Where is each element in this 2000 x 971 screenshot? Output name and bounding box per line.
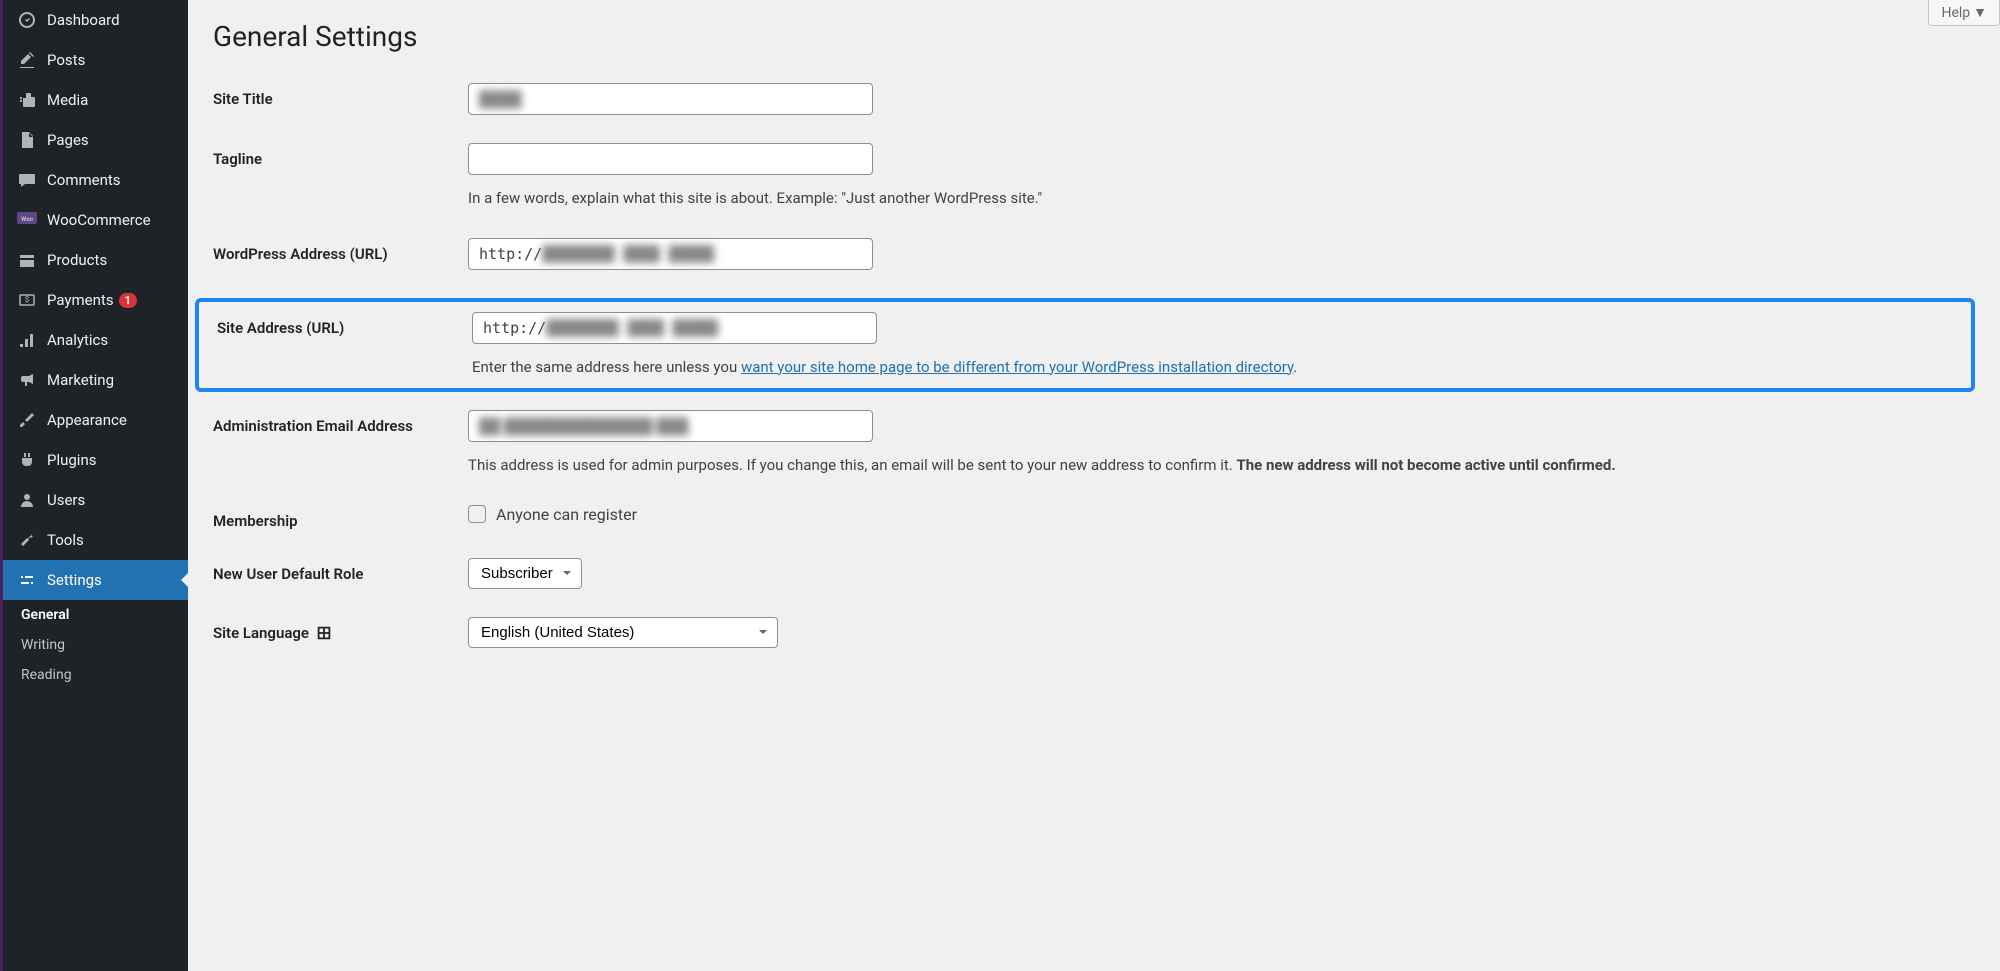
site-language-label: Site Language [213,617,468,642]
submenu-item-reading[interactable]: Reading [3,660,188,690]
default-role-select[interactable]: Subscriber [468,558,582,589]
sidebar-item-tools[interactable]: Tools [3,520,188,560]
submenu-item-general[interactable]: General [3,600,188,630]
pin-icon [17,50,37,70]
pages-icon [17,130,37,150]
sidebar-label: Tools [47,531,84,549]
translate-icon [315,624,333,642]
sidebar-item-appearance[interactable]: Appearance [3,400,188,440]
sidebar-label: Analytics [47,331,108,349]
tagline-description: In a few words, explain what this site i… [468,187,1975,210]
svg-text:Woo: Woo [21,216,34,223]
sidebar-item-woocommerce[interactable]: Woo WooCommerce [3,200,188,240]
payments-badge: 1 [119,293,137,308]
sidebar-item-settings[interactable]: Settings [3,560,188,600]
sidebar-label: Posts [47,51,85,69]
svg-text:$: $ [25,295,30,304]
membership-checkbox[interactable] [468,505,486,523]
sidebar-label: Comments [47,171,121,189]
sidebar-label: Plugins [47,451,96,469]
products-icon [17,250,37,270]
sidebar-item-plugins[interactable]: Plugins [3,440,188,480]
sidebar-item-marketing[interactable]: Marketing [3,360,188,400]
site-address-link[interactable]: want your site home page to be different… [741,358,1293,376]
wrench-icon [17,530,37,550]
tagline-label: Tagline [213,143,468,168]
analytics-icon [17,330,37,350]
admin-email-input[interactable]: ██ ██████████████ ███ [468,410,873,442]
sidebar-item-users[interactable]: Users [3,480,188,520]
sidebar-item-media[interactable]: Media [3,80,188,120]
submenu-item-writing[interactable]: Writing [3,630,188,660]
site-address-label: Site Address (URL) [217,312,472,337]
default-role-label: New User Default Role [213,558,468,583]
admin-email-label: Administration Email Address [213,410,468,435]
chevron-down-icon: ▼ [1973,4,1987,21]
media-icon [17,90,37,110]
sidebar-label: Dashboard [47,11,120,29]
payments-icon: $ [17,290,37,310]
sidebar-item-payments[interactable]: $ Payments 1 [3,280,188,320]
comments-icon [17,170,37,190]
sidebar-item-dashboard[interactable]: Dashboard [3,0,188,40]
admin-email-description: This address is used for admin purposes.… [468,454,1975,477]
sidebar-item-pages[interactable]: Pages [3,120,188,160]
plugin-icon [17,450,37,470]
site-title-input[interactable]: ████ [468,83,873,115]
sidebar-label: Pages [47,131,89,149]
sidebar-label: Payments [47,291,114,309]
main-content: Help ▼ General Settings Site Title ████ … [188,0,2000,971]
wp-address-input[interactable]: http://████████ ████ █████ [468,238,873,270]
membership-checkbox-label: Anyone can register [496,505,637,524]
sidebar-label: Settings [47,571,102,589]
wp-address-label: WordPress Address (URL) [213,238,468,263]
sidebar-label: Media [47,91,88,109]
site-address-input[interactable]: http://████████ ████ █████ [472,312,877,344]
woocommerce-icon: Woo [17,210,37,230]
membership-label: Membership [213,505,468,530]
sidebar-item-analytics[interactable]: Analytics [3,320,188,360]
sidebar-item-comments[interactable]: Comments [3,160,188,200]
site-title-label: Site Title [213,83,468,108]
sidebar-label: Users [47,491,85,509]
page-title: General Settings [213,20,1975,53]
user-icon [17,490,37,510]
brush-icon [17,410,37,430]
sidebar-label: WooCommerce [47,211,151,229]
sidebar-item-products[interactable]: Products [3,240,188,280]
sidebar-label: Products [47,251,107,269]
admin-sidebar: Dashboard Posts Media Pages Comments Woo… [0,0,188,971]
sidebar-label: Appearance [47,411,127,429]
megaphone-icon [17,370,37,390]
site-address-description: Enter the same address here unless you w… [472,356,1971,379]
tagline-input[interactable] [468,143,873,175]
sidebar-item-posts[interactable]: Posts [3,40,188,80]
settings-icon [17,570,37,590]
site-language-select[interactable]: English (United States) [468,617,778,648]
dashboard-icon [17,10,37,30]
site-address-row: Site Address (URL) http://████████ ████ … [195,298,1975,393]
help-button[interactable]: Help ▼ [1928,0,2000,26]
sidebar-label: Marketing [47,371,114,389]
